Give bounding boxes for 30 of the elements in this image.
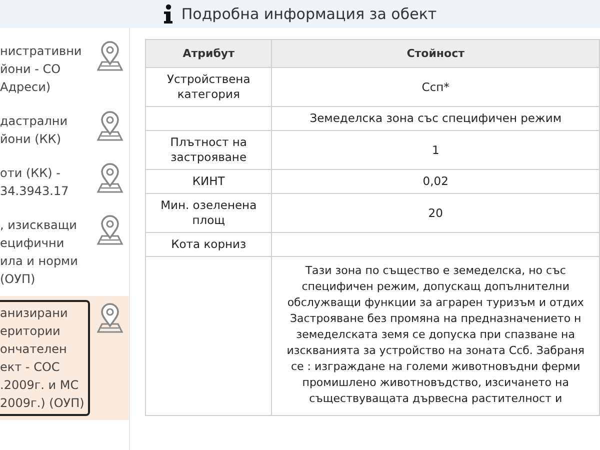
info-icon bbox=[163, 4, 174, 24]
attribute-name: Плътност на застрояване bbox=[170, 135, 247, 164]
attribute-value: 1 bbox=[432, 142, 440, 156]
column-header: Стойност bbox=[272, 40, 600, 68]
map-pin-icon[interactable] bbox=[97, 214, 123, 246]
map-pin-icon[interactable] bbox=[97, 110, 123, 142]
layer-label: оти (КК) - 34.3943.17 bbox=[0, 165, 70, 200]
column-header: Атрибут bbox=[146, 40, 272, 68]
attribute-name: Кота корниз bbox=[171, 237, 246, 251]
layer-label: нистративни йони - СО Адреси) bbox=[0, 43, 83, 96]
attribute-name: Мин. озеленена площ bbox=[160, 198, 257, 227]
map-pin-icon[interactable] bbox=[97, 40, 123, 72]
layer-label: , изискващи ецифични ила и норми (ОУП) bbox=[0, 217, 79, 288]
attribute-value: Земеделска зона със специфичен режим bbox=[310, 111, 562, 125]
layer-item[interactable]: оти (КК) - 34.3943.17 bbox=[0, 156, 129, 208]
attribute-value: 0,02 bbox=[422, 174, 448, 188]
layer-item[interactable]: анизирани еритории ончателен ект - СОС .2009г. и МС 2009г.) (ОУП) bbox=[0, 296, 129, 420]
layer-label: дастрални йони (КК) bbox=[0, 113, 69, 148]
panel-title: Подробна информация за обект bbox=[181, 5, 437, 23]
attribute-name: Устройствена категория bbox=[166, 72, 250, 101]
layer-label: анизирани еритории ончателен ект - СОС .2009г. и МС 2009г.) (ОУП) bbox=[0, 300, 90, 416]
layer-item[interactable]: дастрални йони (КК) bbox=[0, 104, 129, 156]
map-pin-icon[interactable] bbox=[97, 302, 123, 334]
map-pin-icon[interactable] bbox=[97, 162, 123, 194]
attribute-value: 20 bbox=[428, 206, 443, 220]
layer-item[interactable]: нистративни йони - СО Адреси) bbox=[0, 34, 129, 104]
description-text: Тази зона по същество е земеделска, но със специфичен режим, допускащ допълнителни обслужващи функции за аграрен туризъм и отдих Застрояване без промяна на предназначението н земеделската земя се допуска при спазване на изскванията за устройство на зоната Ссб. Забраня се : изграждане на големи животновъдни ферми промишлено животновъдство, изсичането на съществуващата дървесна растителност и bbox=[286, 264, 584, 405]
attribute-name: КИНТ bbox=[192, 174, 225, 188]
attribute-value: Ссп* bbox=[422, 80, 450, 94]
layer-item[interactable]: , изискващи ецифични ила и норми (ОУП) bbox=[0, 208, 129, 296]
